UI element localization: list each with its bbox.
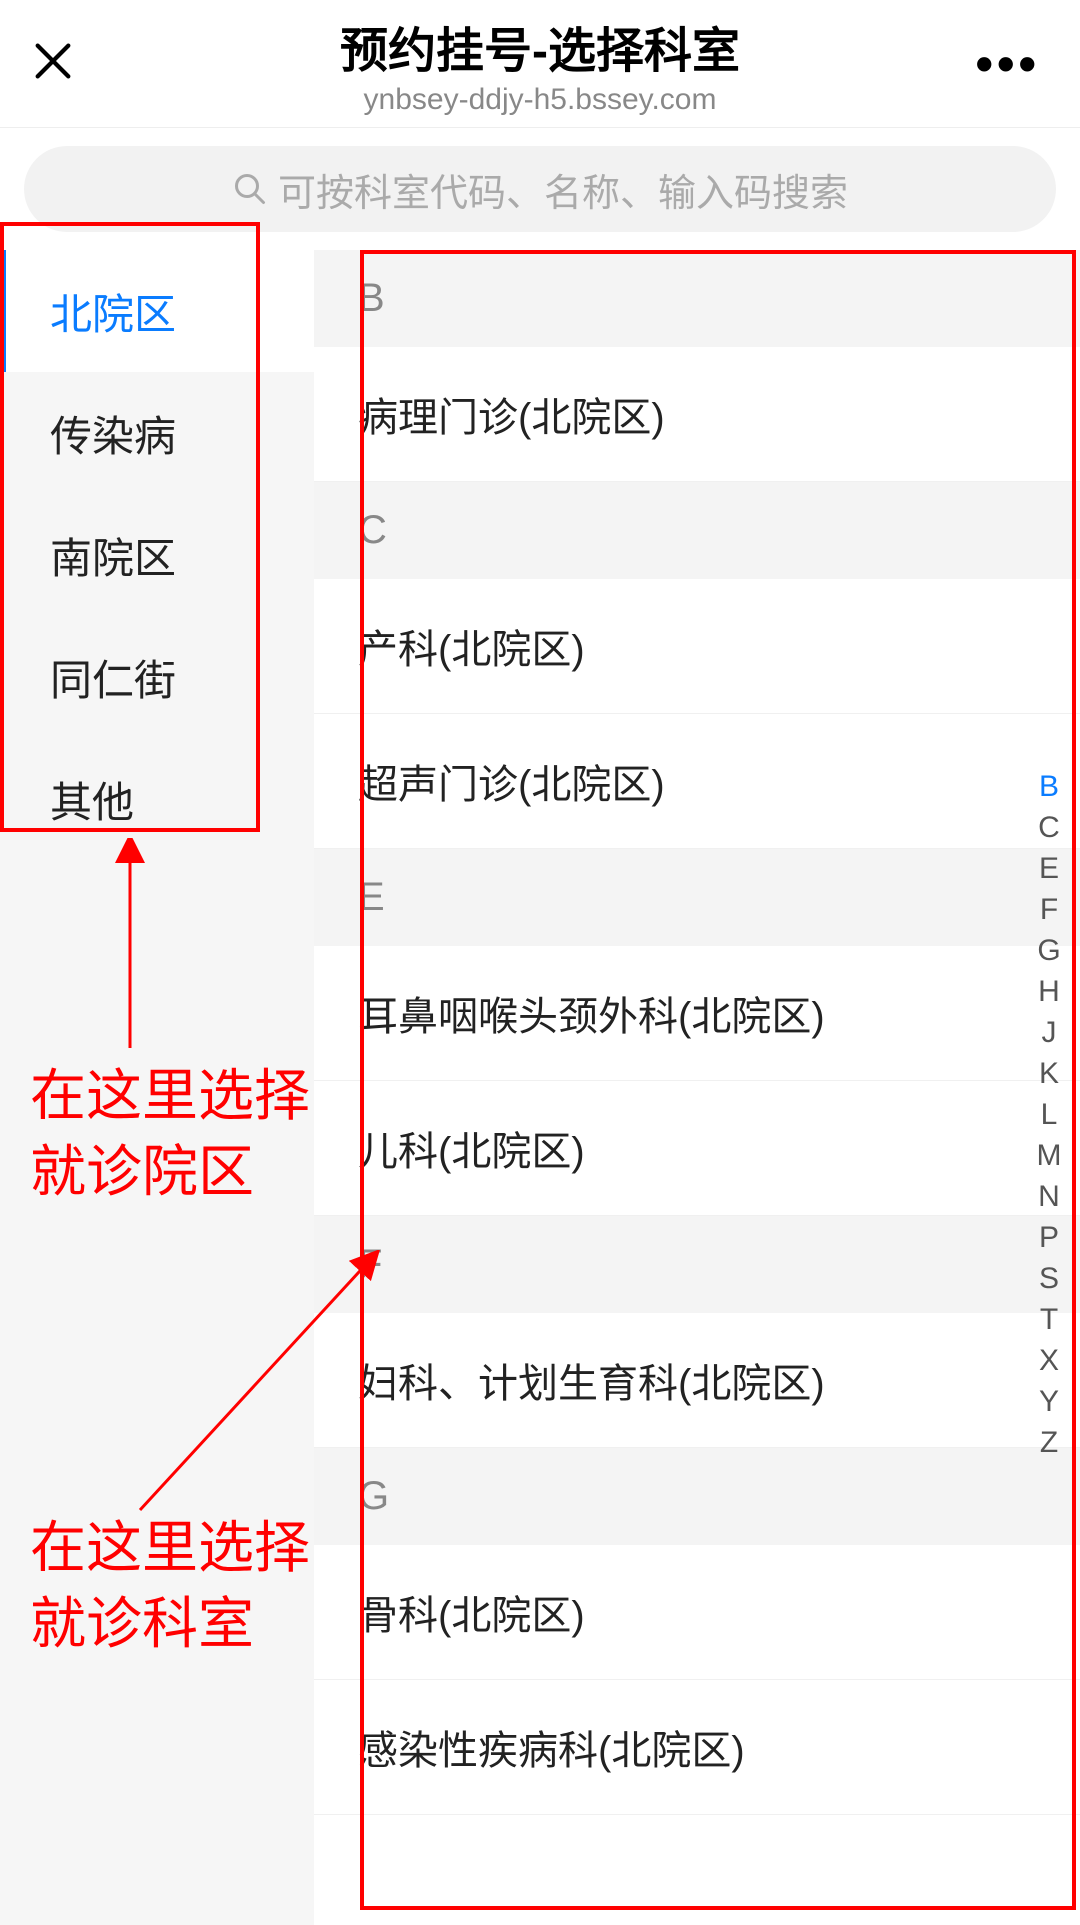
search-icon <box>232 171 268 207</box>
index-letter[interactable]: K <box>1032 1057 1066 1091</box>
index-letter[interactable]: C <box>1032 811 1066 845</box>
index-letter[interactable]: N <box>1032 1180 1066 1214</box>
sidebar-item-label: 南院区 <box>50 525 176 586</box>
section-header-b: B <box>314 250 1080 347</box>
more-button[interactable]: ••• <box>975 35 1040 93</box>
sidebar-item-infectious[interactable]: 传染病 <box>0 372 314 494</box>
search-input[interactable]: 可按科室代码、名称、输入码搜索 <box>24 146 1056 232</box>
section-header-e: E <box>314 849 1080 946</box>
dept-item[interactable]: 感染性疾病科(北院区) <box>314 1680 1080 1815</box>
sidebar-item-north[interactable]: 北院区 <box>0 250 314 372</box>
dept-item[interactable]: 妇科、计划生育科(北院区) <box>314 1313 1080 1448</box>
index-letter[interactable]: H <box>1032 975 1066 1009</box>
index-letter[interactable]: T <box>1032 1303 1066 1337</box>
section-header-f: F <box>314 1216 1080 1313</box>
index-letter[interactable]: B <box>1032 770 1066 804</box>
department-list: B 病理门诊(北院区) C 产科(北院区) 超声门诊(北院区) E 耳鼻咽喉头颈… <box>314 250 1080 1925</box>
dept-item[interactable]: 超声门诊(北院区) <box>314 714 1080 849</box>
sidebar-item-label: 传染病 <box>50 403 176 464</box>
dept-item[interactable]: 病理门诊(北院区) <box>314 347 1080 482</box>
sidebar-item-label: 北院区 <box>50 281 176 342</box>
close-button[interactable] <box>30 29 100 98</box>
index-letter[interactable]: P <box>1032 1221 1066 1255</box>
sidebar-item-other[interactable]: 其他 <box>0 738 314 860</box>
sidebar-item-label: 同仁街 <box>50 647 176 708</box>
sidebar-item-tongren[interactable]: 同仁街 <box>0 616 314 738</box>
page-subtitle: ynbsey-ddjy-h5.bssey.com <box>0 83 1080 117</box>
page-title: 预约挂号-选择科室 <box>0 11 1080 81</box>
dept-item[interactable]: 骨科(北院区) <box>314 1545 1080 1680</box>
index-letter[interactable]: L <box>1032 1098 1066 1132</box>
index-letter[interactable]: X <box>1032 1344 1066 1378</box>
index-letter[interactable]: S <box>1032 1262 1066 1296</box>
content-area: 北院区 传染病 南院区 同仁街 其他 B 病理门诊(北院区) C 产科(北院区)… <box>0 250 1080 1925</box>
campus-sidebar: 北院区 传染病 南院区 同仁街 其他 <box>0 250 314 1925</box>
index-letter[interactable]: Y <box>1032 1385 1066 1419</box>
search-container: 可按科室代码、名称、输入码搜索 <box>0 128 1080 250</box>
sidebar-item-south[interactable]: 南院区 <box>0 494 314 616</box>
index-letter[interactable]: J <box>1032 1016 1066 1050</box>
sidebar-item-label: 其他 <box>50 769 134 830</box>
dept-item[interactable]: 产科(北院区) <box>314 579 1080 714</box>
index-letter[interactable]: E <box>1032 852 1066 886</box>
dept-item[interactable]: 儿科(北院区) <box>314 1081 1080 1216</box>
search-placeholder: 可按科室代码、名称、输入码搜索 <box>278 162 848 217</box>
section-header-c: C <box>314 482 1080 579</box>
app-header: 预约挂号-选择科室 ynbsey-ddjy-h5.bssey.com ••• <box>0 0 1080 128</box>
alpha-index: B C E F G H J K L M N P S T X Y Z <box>1032 770 1066 1460</box>
index-letter[interactable]: G <box>1032 934 1066 968</box>
section-header-g: G <box>314 1448 1080 1545</box>
close-icon <box>30 38 76 84</box>
index-letter[interactable]: M <box>1032 1139 1066 1173</box>
index-letter[interactable]: Z <box>1032 1426 1066 1460</box>
dept-item[interactable]: 耳鼻咽喉头颈外科(北院区) <box>314 946 1080 1081</box>
index-letter[interactable]: F <box>1032 893 1066 927</box>
